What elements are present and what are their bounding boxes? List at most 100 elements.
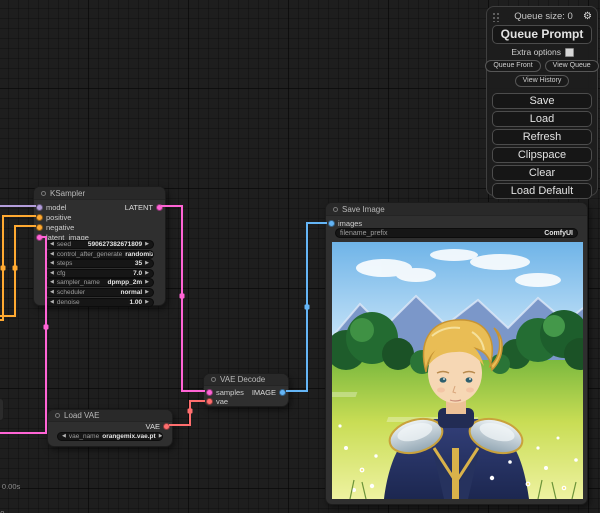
node-title: VAE Decode bbox=[220, 375, 265, 384]
load-button[interactable]: Load bbox=[492, 111, 592, 127]
widget-value: 7.0 bbox=[133, 270, 142, 277]
link-latent-to-samples bbox=[161, 206, 205, 391]
node-vae-decode[interactable]: VAE Decode samples IMAGE vae bbox=[203, 373, 289, 407]
node-collapse-icon[interactable] bbox=[333, 207, 338, 212]
queue-size-label: Queue size: 0 bbox=[504, 11, 583, 22]
decrement-icon[interactable]: ◀ bbox=[50, 300, 54, 305]
output-latent[interactable]: LATENT bbox=[125, 202, 163, 212]
slot-dot-model[interactable] bbox=[36, 204, 43, 211]
slot-dot-samples[interactable] bbox=[206, 389, 213, 396]
queue-front-button[interactable]: Queue Front bbox=[485, 60, 540, 72]
node-collapse-icon[interactable] bbox=[55, 413, 60, 418]
widget-value: 590627382671809 bbox=[88, 241, 142, 248]
offscreen-node-edge bbox=[0, 398, 4, 421]
decrement-icon[interactable]: ◀ bbox=[50, 271, 54, 276]
slot-dot-vae-out[interactable] bbox=[163, 423, 170, 430]
increment-icon[interactable]: ▶ bbox=[145, 280, 149, 285]
widget-sampler-name[interactable]: ◀ sampler_name dpmpp_2m ▶ bbox=[45, 278, 154, 287]
load-default-button[interactable]: Load Default bbox=[492, 183, 592, 199]
node-title: KSampler bbox=[50, 189, 85, 198]
widget-value: 1.00 bbox=[129, 299, 142, 306]
drag-handle-icon[interactable] bbox=[492, 12, 500, 22]
decrement-icon[interactable]: ◀ bbox=[50, 290, 54, 295]
increment-icon[interactable]: ▶ bbox=[145, 271, 149, 276]
decrement-icon[interactable]: ◀ bbox=[50, 261, 54, 266]
slot-dot-negative[interactable] bbox=[36, 224, 43, 231]
widget-value: ComfyUI bbox=[544, 230, 573, 237]
extra-options-label: Extra options bbox=[511, 47, 561, 57]
node-collapse-icon[interactable] bbox=[211, 377, 216, 382]
widget-label: vae_name bbox=[69, 433, 99, 440]
gear-icon[interactable]: ⚙ bbox=[583, 12, 592, 22]
increment-icon[interactable]: ▶ bbox=[145, 261, 149, 266]
comfyui-canvas[interactable]: KSampler model LATENT positive negative … bbox=[0, 0, 600, 513]
widget-cfg[interactable]: ◀ cfg 7.0 ▶ bbox=[45, 269, 154, 278]
node-ksampler[interactable]: KSampler model LATENT positive negative … bbox=[33, 186, 166, 306]
preview-image bbox=[332, 242, 583, 499]
widget-steps[interactable]: ◀ steps 35 ▶ bbox=[45, 259, 154, 268]
increment-icon[interactable]: ▶ bbox=[145, 290, 149, 295]
output-image[interactable]: IMAGE bbox=[252, 387, 286, 397]
slot-dot-image-out[interactable] bbox=[279, 389, 286, 396]
widget-scheduler[interactable]: ◀ scheduler normal ▶ bbox=[45, 288, 154, 297]
node-title-bar[interactable]: KSampler bbox=[34, 187, 165, 200]
output-label: IMAGE bbox=[252, 388, 276, 397]
stat-line: I: 0 bbox=[0, 509, 34, 513]
node-save-image[interactable]: Save Image images filename_prefix ComfyU… bbox=[325, 202, 588, 505]
decrement-icon[interactable]: ◀ bbox=[50, 242, 54, 247]
slot-dot-images[interactable] bbox=[328, 220, 335, 227]
slot-dot-vae-in[interactable] bbox=[206, 398, 213, 405]
output-label: LATENT bbox=[125, 203, 153, 212]
input-negative[interactable]: negative bbox=[36, 222, 74, 232]
input-label: samples bbox=[216, 388, 244, 397]
widget-label: seed bbox=[57, 241, 71, 248]
widget-label: scheduler bbox=[57, 289, 85, 296]
queue-panel: Queue size: 0 ⚙ Queue Prompt Extra optio… bbox=[486, 6, 598, 196]
clipspace-button[interactable]: Clipspace bbox=[492, 147, 592, 163]
widget-label: sampler_name bbox=[57, 279, 100, 286]
slot-dot-latent-out[interactable] bbox=[156, 204, 163, 211]
input-vae[interactable]: vae bbox=[206, 397, 228, 407]
next-option-icon[interactable]: ▶ bbox=[159, 434, 163, 439]
input-model[interactable]: model bbox=[36, 202, 66, 212]
clear-button[interactable]: Clear bbox=[492, 165, 592, 181]
output-label: VAE bbox=[146, 422, 160, 431]
widget-filename-prefix[interactable]: filename_prefix ComfyUI bbox=[335, 228, 578, 238]
link-image-to-images bbox=[286, 223, 327, 391]
widget-value: dpmpp_2m bbox=[107, 279, 142, 286]
node-title-bar[interactable]: VAE Decode bbox=[204, 374, 288, 386]
node-title-bar[interactable]: Save Image bbox=[326, 203, 587, 216]
view-history-button[interactable]: View History bbox=[515, 75, 570, 87]
input-samples[interactable]: samples bbox=[206, 387, 244, 397]
widget-seed[interactable]: ◀ seed 590627382671809 ▶ bbox=[45, 240, 154, 249]
render-stats-overlay: T: 0.00s I: 0 N: 15 [5] V: 30 FPS:142.88 bbox=[0, 464, 34, 513]
widget-value: randomize bbox=[125, 251, 154, 258]
input-label: positive bbox=[46, 213, 71, 222]
link-vae bbox=[169, 401, 205, 425]
widget-value: 35 bbox=[135, 260, 142, 267]
refresh-button[interactable]: Refresh bbox=[492, 129, 592, 145]
queue-prompt-button[interactable]: Queue Prompt bbox=[492, 25, 592, 44]
widget-label: steps bbox=[57, 260, 73, 267]
widget-vae-name[interactable]: ◀ vae_name orangemix.vae.pt ▶ bbox=[57, 432, 163, 441]
input-label: vae bbox=[216, 397, 228, 406]
output-vae[interactable]: VAE bbox=[146, 421, 170, 431]
input-images[interactable]: images bbox=[328, 218, 362, 228]
widget-label: cfg bbox=[57, 270, 66, 277]
decrement-icon[interactable]: ◀ bbox=[50, 252, 54, 257]
slot-dot-positive[interactable] bbox=[36, 214, 43, 221]
prev-option-icon[interactable]: ◀ bbox=[62, 434, 66, 439]
link-positive bbox=[0, 216, 36, 320]
extra-options-checkbox[interactable] bbox=[565, 48, 574, 57]
increment-icon[interactable]: ▶ bbox=[145, 242, 149, 247]
node-collapse-icon[interactable] bbox=[41, 191, 46, 196]
decrement-icon[interactable]: ◀ bbox=[50, 280, 54, 285]
node-load-vae[interactable]: Load VAE VAE ◀ vae_name orangemix.vae.pt… bbox=[47, 409, 173, 447]
increment-icon[interactable]: ▶ bbox=[145, 300, 149, 305]
input-positive[interactable]: positive bbox=[36, 212, 71, 222]
widget-denoise[interactable]: ◀ denoise 1.00 ▶ bbox=[45, 298, 154, 307]
save-button[interactable]: Save bbox=[492, 93, 592, 109]
view-queue-button[interactable]: View Queue bbox=[545, 60, 599, 72]
widget-control-after-generate[interactable]: ◀ control_after_generate randomize ▶ bbox=[45, 250, 154, 259]
slot-dot-latent-in[interactable] bbox=[36, 234, 43, 241]
